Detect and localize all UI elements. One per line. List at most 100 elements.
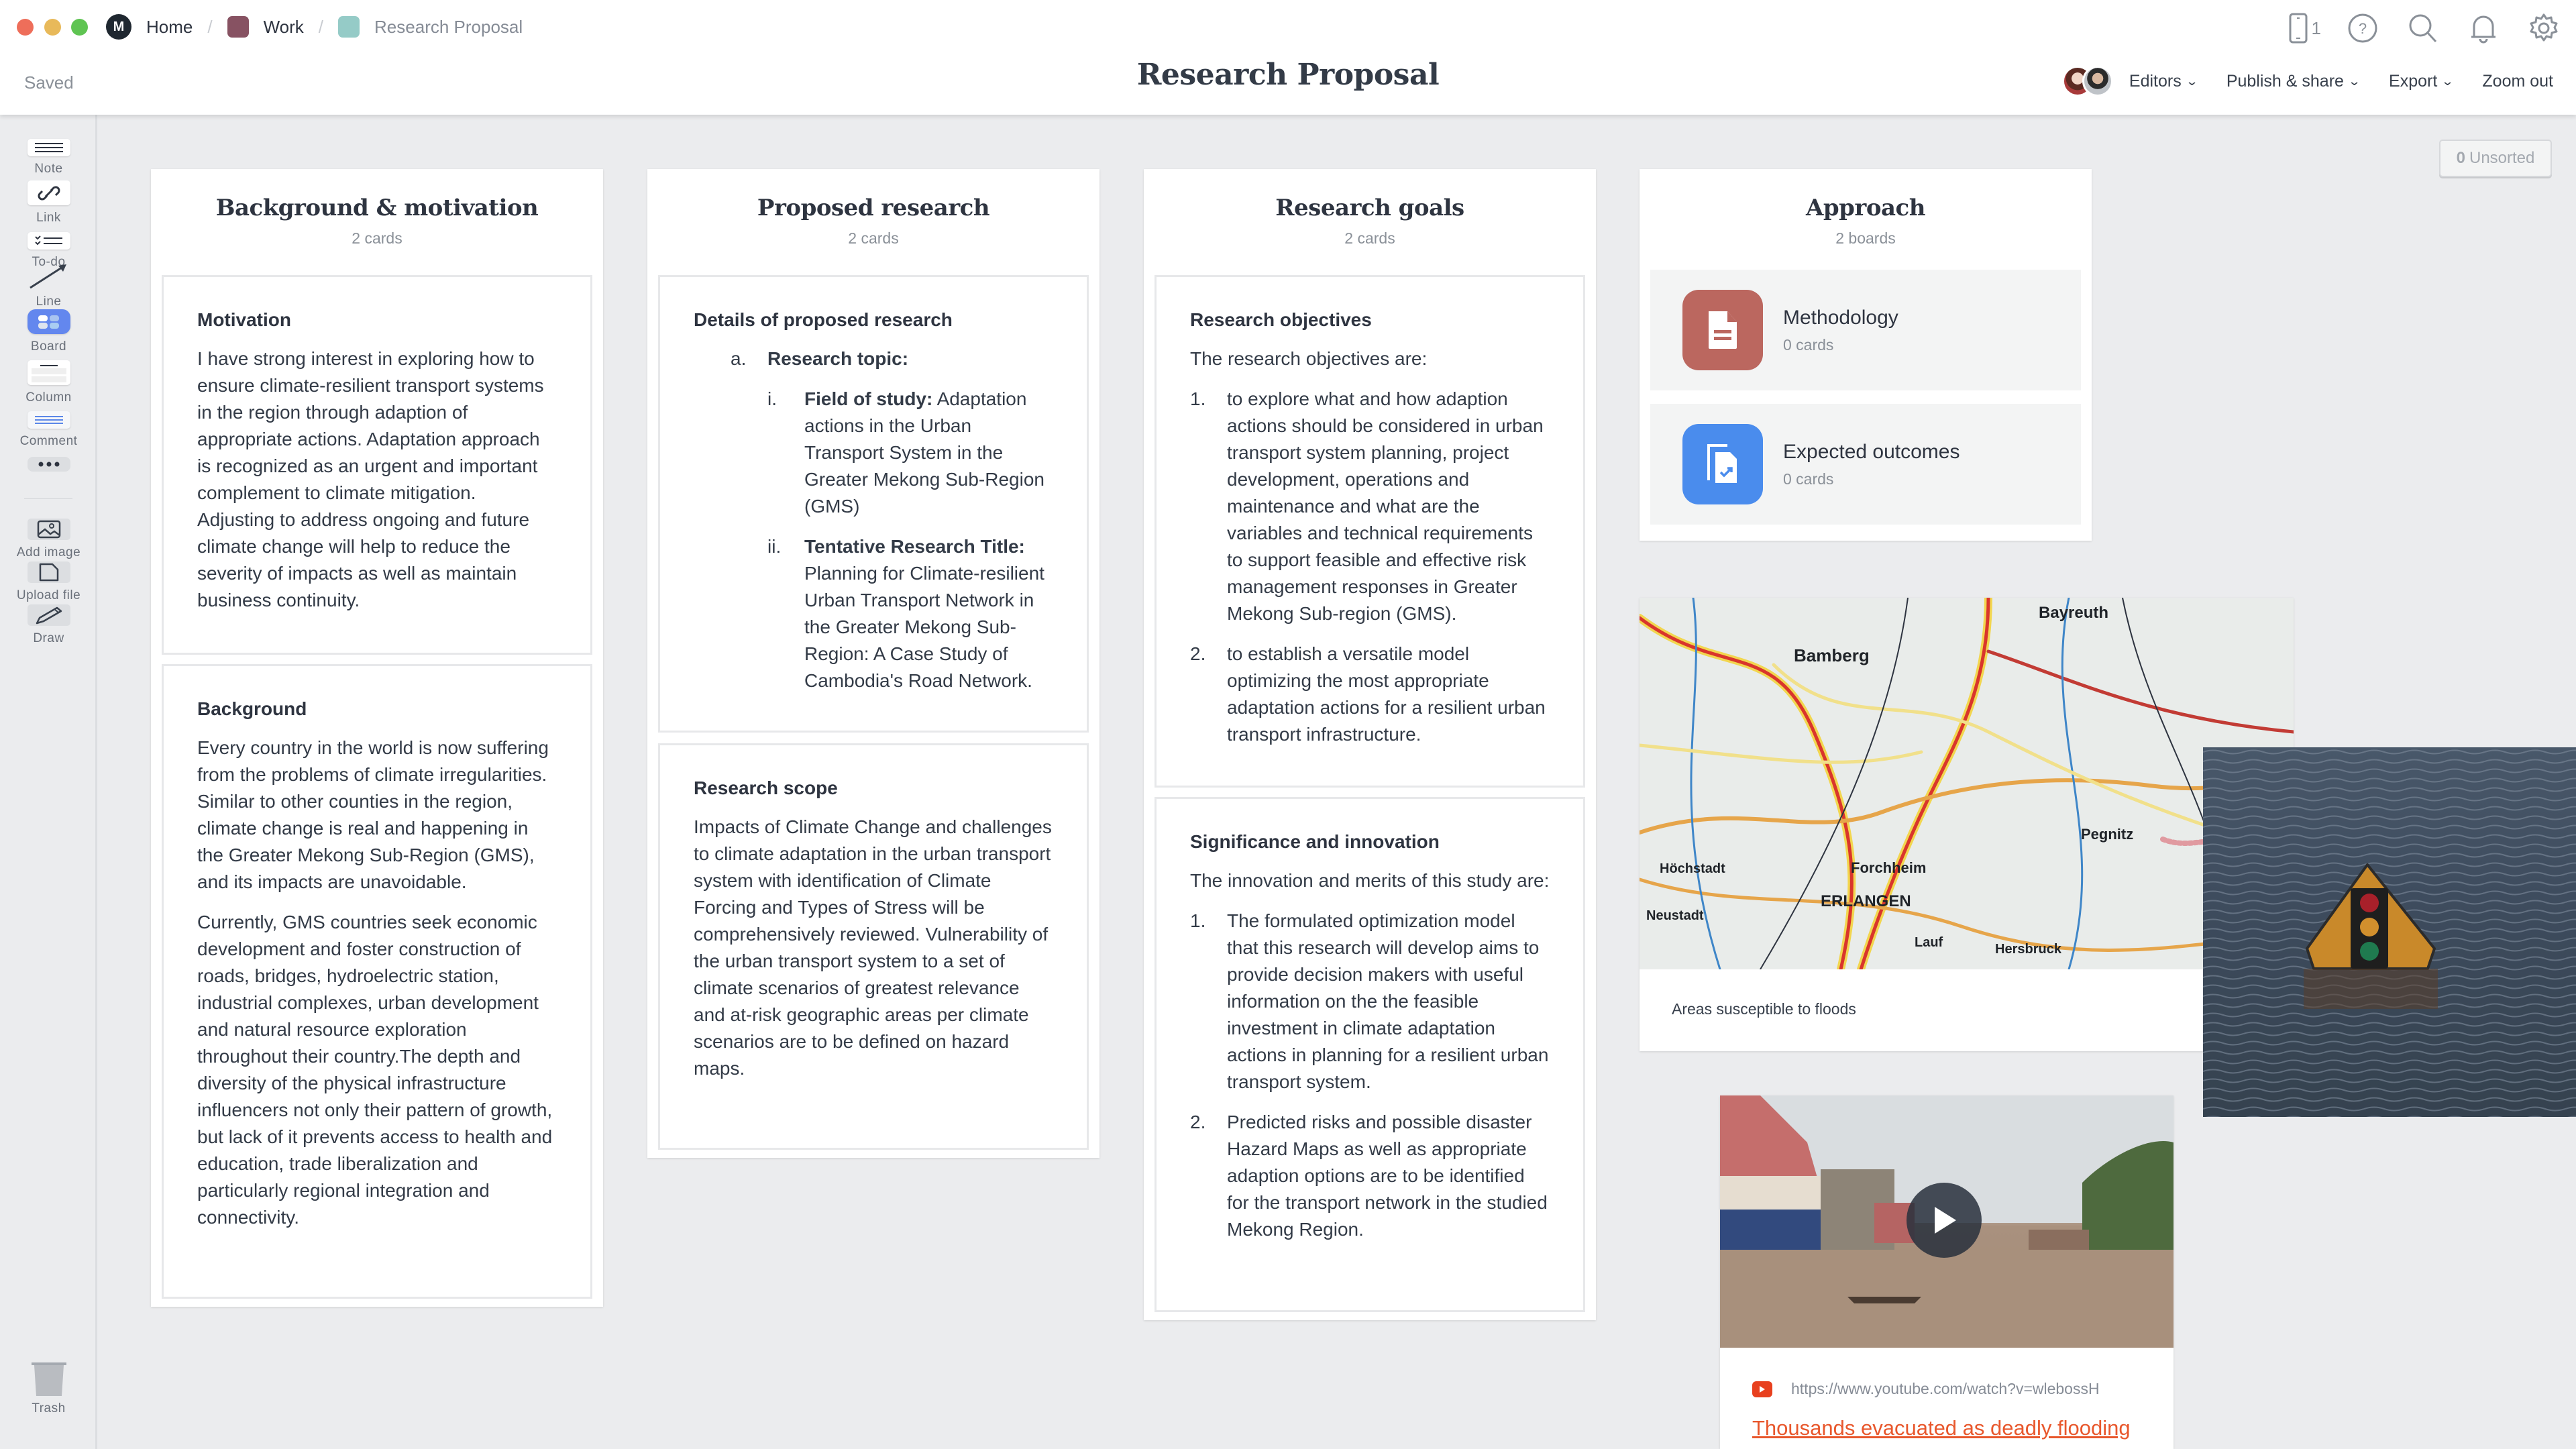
play-button[interactable] — [1907, 1183, 1982, 1258]
tool-column[interactable]: Column — [0, 360, 97, 405]
window-minimize-button[interactable] — [44, 19, 61, 36]
map-label: ERLANGEN — [1821, 892, 1911, 910]
editors-avatars[interactable] — [2061, 66, 2113, 97]
tool-draw[interactable]: Draw — [0, 604, 97, 646]
board-name: Methodology — [1783, 306, 1898, 329]
tool-note[interactable]: Note — [0, 139, 97, 176]
board-card-count: 0 cards — [1783, 335, 1834, 354]
header-actions: Editors ⌄ Publish & share ⌄ Export ⌄ Zoo… — [2061, 66, 2553, 97]
home-logo-icon: M — [106, 14, 131, 40]
tool-label: Trash — [32, 1401, 66, 1415]
list-marker: a. — [731, 348, 747, 369]
list-item: ii. Tentative Research Title: Planning fo… — [767, 533, 1053, 694]
card-background[interactable]: Background Every country in the world is… — [162, 664, 592, 1299]
road-map-image: Bamberg Bayreuth Forchheim ERLANGEN Pegn… — [1640, 598, 2294, 969]
breadcrumb-current[interactable]: Research Proposal — [338, 16, 523, 38]
card-paragraph: I have strong interest in exploring how … — [197, 348, 544, 610]
list-item-text: Predicted risks and possible disaster Ha… — [1227, 1112, 1548, 1240]
breadcrumb: M Home / Work / Research Proposal — [106, 12, 523, 42]
more-icon — [27, 457, 70, 472]
video-title-link[interactable]: Thousands evacuated as deadly flooding — [1752, 1416, 2131, 1440]
video-url[interactable]: https://www.youtube.com/watch?v=wlebossH — [1791, 1380, 2100, 1398]
card-paragraph: Impacts of Climate Change and challenges… — [694, 816, 1052, 1079]
list-marker: ii. — [767, 536, 782, 557]
tool-board[interactable]: Board — [0, 309, 97, 354]
column-approach: Approach 2 boards Methodology 0 cards Ex… — [1640, 169, 2092, 541]
tool-label: Draw — [33, 631, 64, 645]
publish-share-button[interactable]: Publish & share ⌄ — [2226, 72, 2361, 91]
list-item-text: to explore what and how adaption actions… — [1227, 388, 1544, 624]
tool-comment[interactable]: Comment — [0, 411, 97, 449]
video-card[interactable]: https://www.youtube.com/watch?v=wlebossH… — [1720, 1095, 2174, 1449]
card-significance-innovation[interactable]: Significance and innovation The innovati… — [1155, 797, 1585, 1312]
list-marker: 2. — [1190, 643, 1206, 664]
devices-button[interactable]: 1 — [2289, 13, 2321, 44]
window-maximize-button[interactable] — [71, 19, 88, 36]
editors-label: Editors — [2129, 71, 2182, 91]
document-icon — [1682, 290, 1763, 370]
zoom-out-label: Zoom out — [2482, 71, 2553, 91]
list-marker: 1. — [1190, 388, 1206, 409]
editors-menu-button[interactable]: Editors ⌄ — [2129, 71, 2198, 91]
zoom-out-button[interactable]: Zoom out — [2482, 72, 2553, 91]
card-title: Significance and innovation — [1190, 831, 1440, 852]
list-item: i. Field of study: Adaptation actions in… — [767, 386, 1053, 520]
top-toolbar: 1 ? — [2289, 9, 2563, 47]
breadcrumb-home[interactable]: M Home — [106, 14, 193, 40]
breadcrumb-separator: / — [318, 16, 324, 37]
map-label: Forchheim — [1851, 859, 1926, 876]
map-label: Pegnitz — [2081, 826, 2133, 843]
column-title[interactable]: Research goals — [1144, 195, 1596, 221]
list-item-label: Tentative Research Title: — [804, 536, 1025, 557]
map-image-card[interactable]: Bamberg Bayreuth Forchheim ERLANGEN Pegn… — [1640, 598, 2294, 1051]
unsorted-button[interactable]: 0 Unsorted — [2439, 140, 2552, 177]
tool-label: Comment — [19, 434, 78, 448]
card-research-objectives[interactable]: Research objectives The research objecti… — [1155, 275, 1585, 788]
tool-more[interactable] — [0, 457, 97, 472]
sidebar-divider — [24, 498, 72, 499]
tool-upload-file[interactable]: Upload file — [0, 561, 97, 603]
map-label: Lauf — [1915, 935, 1943, 950]
card-paragraph: Every country in the world is now suffer… — [197, 737, 549, 892]
card-title: Details of proposed research — [694, 309, 953, 330]
chevron-down-icon: ⌄ — [2441, 74, 2455, 88]
flooded-traffic-sign-image[interactable] — [2203, 747, 2576, 1117]
card-intro: The innovation and merits of this study … — [1190, 870, 1550, 891]
card-details-proposed-research[interactable]: Details of proposed research a. Research… — [658, 275, 1089, 733]
board-methodology[interactable]: Methodology 0 cards — [1650, 270, 2081, 390]
list-marker: i. — [767, 388, 777, 409]
window-close-button[interactable] — [17, 19, 34, 36]
tool-link[interactable]: Link — [0, 180, 97, 225]
map-label: Bayreuth — [2039, 604, 2108, 622]
card-title: Background — [197, 698, 307, 719]
outcomes-icon — [1682, 424, 1763, 504]
tool-label: Column — [25, 390, 72, 405]
column-title[interactable]: Proposed research — [647, 195, 1099, 221]
export-label: Export — [2389, 71, 2438, 91]
bell-icon — [2471, 15, 2496, 44]
map-label: Bamberg — [1794, 645, 1870, 665]
trash-button[interactable]: Trash — [0, 1361, 97, 1416]
card-research-scope[interactable]: Research scope Impacts of Climate Change… — [658, 743, 1089, 1150]
video-thumbnail[interactable] — [1720, 1095, 2174, 1348]
column-title[interactable]: Background & motivation — [151, 195, 603, 221]
export-button[interactable]: Export ⌄ — [2389, 71, 2455, 91]
search-button[interactable] — [2404, 9, 2442, 47]
breadcrumb-work[interactable]: Work — [227, 16, 304, 38]
help-icon: ? — [2348, 13, 2377, 43]
map-illustration: Bamberg Bayreuth Forchheim ERLANGEN Pegn… — [1640, 598, 2294, 969]
board-expected-outcomes[interactable]: Expected outcomes 0 cards — [1650, 404, 2081, 525]
card-title: Research objectives — [1190, 309, 1372, 330]
board-name: Expected outcomes — [1783, 440, 1960, 463]
card-motivation[interactable]: Motivation I have strong interest in exp… — [162, 275, 592, 655]
list-item: 1. to explore what and how adaption actio… — [1190, 386, 1550, 627]
list-marker: 1. — [1190, 910, 1206, 931]
svg-text:?: ? — [2359, 20, 2367, 37]
tool-line[interactable]: Line — [0, 262, 97, 309]
tool-add-image[interactable]: Add image — [0, 519, 97, 560]
column-card-count: 2 cards — [352, 229, 402, 247]
column-title[interactable]: Approach — [1640, 195, 2092, 221]
notifications-button[interactable] — [2465, 9, 2502, 47]
help-button[interactable]: ? — [2344, 9, 2381, 47]
settings-button[interactable] — [2525, 9, 2563, 47]
